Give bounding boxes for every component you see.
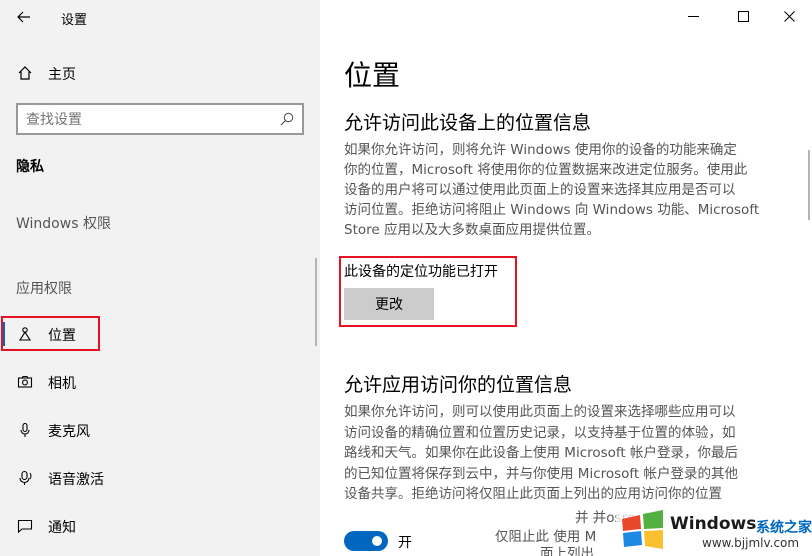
sidebar-item-label: 相机 bbox=[48, 376, 76, 392]
toggle-label: 开 bbox=[398, 535, 412, 551]
desc-line: 设备的用户将可以通过使用此页面上的设置来选择其应用是否可以 bbox=[344, 182, 736, 198]
microphone-icon bbox=[16, 421, 34, 439]
watermark-brand: Windows bbox=[670, 514, 757, 534]
desc-line: 访问位置。拒绝访问将阻止 Windows 向 Windows 功能、Micros… bbox=[344, 202, 760, 218]
camera-icon bbox=[16, 373, 34, 391]
highlight-box-location bbox=[1, 316, 100, 351]
text-fragment: 面上列出 bbox=[540, 546, 594, 556]
toggle-knob bbox=[372, 536, 382, 546]
watermark-site-cn: 系统之家 bbox=[756, 520, 812, 536]
desc-line: 设备共享。拒绝访问将仅阻止此页面上列出的应用访问你的位置 bbox=[344, 486, 722, 502]
sidebar-scrollbar[interactable] bbox=[315, 258, 317, 346]
close-button[interactable] bbox=[766, 2, 812, 30]
windows-logo-icon bbox=[622, 510, 663, 549]
voice-activation-icon bbox=[16, 469, 34, 487]
settings-window: 设置 主页 隐私 Windows 权限 应用权限 位置 bbox=[0, 0, 812, 556]
device-location-description: 如果你允许访问，则将允许 Windows 使用你的设备的功能来确定 你的位置，M… bbox=[344, 140, 799, 240]
sidebar-item-voice-activation[interactable]: 语音激活 bbox=[0, 462, 320, 494]
sidebar-item-label: 通知 bbox=[48, 520, 76, 536]
sidebar-item-label: 语音激活 bbox=[48, 472, 104, 488]
page-title: 位置 bbox=[344, 59, 401, 92]
sidebar-item-label: 麦克风 bbox=[48, 424, 90, 440]
sidebar-item-label: 主页 bbox=[48, 67, 76, 83]
minimize-icon bbox=[687, 15, 699, 17]
search-icon[interactable] bbox=[278, 110, 296, 128]
app-location-description: 如果你允许访问，则可以使用此页面上的设置来选择哪些应用可以 访问设备的精确位置和… bbox=[344, 402, 799, 505]
sidebar: 设置 主页 隐私 Windows 权限 应用权限 位置 bbox=[0, 0, 320, 556]
search-box[interactable] bbox=[16, 103, 304, 135]
highlight-box-device-status bbox=[339, 256, 517, 327]
sidebar-item-notifications[interactable]: 通知 bbox=[0, 510, 320, 542]
desc-line: 如果你允许访问，则可以使用此页面上的设置来选择哪些应用可以 bbox=[344, 404, 736, 420]
back-arrow-icon[interactable] bbox=[10, 4, 38, 30]
home-icon bbox=[16, 64, 34, 82]
desc-line: 的已知位置将保存到云中，并与你使用 Microsoft 帐户登录的其他 bbox=[344, 465, 739, 482]
desc-line: Store 应用以及大多数桌面应用提供位置。 bbox=[344, 222, 600, 238]
notification-icon bbox=[16, 517, 34, 535]
desc-line: 访问设备的精确位置和位置历史记录，以支持基于位置的体验，如 bbox=[344, 424, 736, 441]
window-title: 设置 bbox=[61, 13, 88, 28]
sidebar-item-microphone[interactable]: 麦克风 bbox=[0, 414, 320, 446]
device-location-heading: 允许访问此设备上的位置信息 bbox=[344, 112, 592, 134]
content-pane: 位置 允许访问此设备上的位置信息 如果你允许访问，则将允许 Windows 使用… bbox=[320, 0, 812, 556]
app-location-heading: 允许应用访问你的位置信息 bbox=[344, 374, 573, 396]
watermark: Windows 系统之家 www.bjjmlv.com bbox=[616, 505, 812, 556]
location-toggle[interactable] bbox=[344, 531, 388, 551]
close-icon bbox=[783, 10, 795, 22]
watermark-url: www.bjjmlv.com bbox=[702, 536, 800, 550]
section-heading-privacy: 隐私 bbox=[16, 159, 44, 175]
windows-permissions-heading: Windows 权限 bbox=[16, 216, 111, 232]
desc-line: 你的位置，Microsoft 将使用你的位置数据来改进定位服务。使用此 bbox=[344, 162, 748, 178]
desc-line: 如果你允许访问，则将允许 Windows 使用你的设备的功能来确定 bbox=[344, 142, 737, 158]
sidebar-item-camera[interactable]: 相机 bbox=[0, 366, 320, 398]
desc-line: 路线和天气。如果你在此设备上使用 Microsoft 帐户登录，你最后 bbox=[344, 445, 739, 461]
maximize-icon bbox=[737, 10, 749, 22]
content-scrollbar[interactable] bbox=[808, 150, 810, 220]
app-permissions-heading: 应用权限 bbox=[16, 281, 72, 297]
search-input[interactable] bbox=[26, 110, 266, 130]
maximize-button[interactable] bbox=[720, 2, 766, 30]
sidebar-item-home[interactable]: 主页 bbox=[0, 58, 320, 88]
minimize-button[interactable] bbox=[670, 2, 716, 30]
